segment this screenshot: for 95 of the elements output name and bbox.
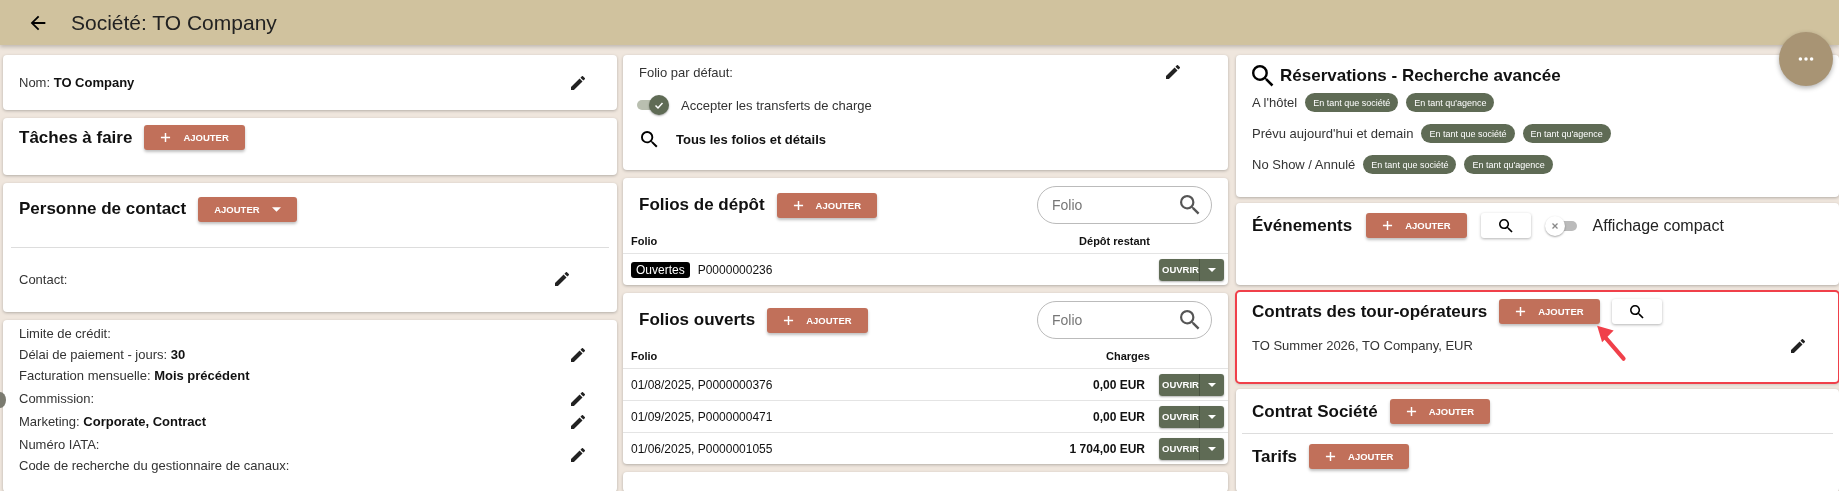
- table-cell: 01/08/2025, P0000000376: [631, 377, 773, 392]
- field-label: Contact:: [19, 271, 68, 287]
- caret-icon: [271, 206, 281, 212]
- search-button[interactable]: [1480, 213, 1531, 238]
- table-cell: 0,00 EUR: [1092, 409, 1145, 424]
- caret-icon: [1208, 382, 1216, 387]
- add-button[interactable]: AJOUTER: [1366, 213, 1467, 238]
- field-text: Facturation mensuelle: Mois précédent: [19, 368, 251, 383]
- plus-icon: [160, 132, 172, 143]
- table-cell: 01/09/2025, P0000000471: [631, 409, 773, 424]
- edit-icon[interactable]: [555, 272, 569, 286]
- table-cell: 1 704,00 EUR: [1069, 441, 1145, 456]
- table-cell: 01/06/2025, P0000001055: [631, 441, 773, 456]
- field-text: Code de recherche du gestionnaire de canaux:: [19, 458, 291, 473]
- card-title: Événements: [1252, 215, 1353, 236]
- add-button[interactable]: AJOUTER: [198, 196, 297, 222]
- column-header: Folio: [631, 234, 658, 247]
- search-field[interactable]: Folio: [1037, 301, 1212, 339]
- name-field: Nom: TO Company: [19, 75, 135, 90]
- dropdown-button[interactable]: [1199, 437, 1224, 460]
- status-badge: Ouvertes: [631, 261, 690, 278]
- card-title: Contrat Société: [1252, 401, 1378, 422]
- field-text: Limite de crédit:: [19, 326, 112, 341]
- edit-icon[interactable]: [1791, 338, 1805, 353]
- open-button[interactable]: OUVRIR: [1159, 258, 1199, 281]
- column-header: Dépôt restant: [1079, 234, 1150, 247]
- card-title: Folios de dépôt: [639, 195, 765, 215]
- edit-icon[interactable]: [571, 414, 585, 429]
- edit-icon[interactable]: [571, 448, 585, 462]
- column-header: Charges: [1105, 349, 1150, 362]
- add-button[interactable]: AJOUTER: [1389, 399, 1491, 424]
- filter-chip[interactable]: En tant qu'agence: [1522, 124, 1611, 143]
- filter-chip[interactable]: En tant que société: [1363, 155, 1457, 174]
- search-icon: [1180, 195, 1200, 215]
- dropdown-button[interactable]: [1199, 405, 1224, 428]
- search-icon: [1252, 65, 1274, 87]
- filter-chip[interactable]: En tant que société: [1305, 93, 1399, 112]
- search-icon: [1498, 218, 1513, 233]
- toggle-switch[interactable]: [635, 95, 669, 115]
- card-title: Contrats des tour-opérateurs: [1252, 301, 1488, 322]
- card-title: Tâches à faire: [19, 127, 133, 148]
- caret-icon: [1208, 446, 1216, 451]
- filter-chip[interactable]: En tant que société: [1421, 124, 1515, 143]
- field-text: Numéro IATA:: [19, 437, 101, 452]
- field-label: Folio par défaut:: [639, 64, 733, 80]
- add-button[interactable]: AJOUTER: [144, 125, 245, 150]
- plus-icon: [783, 314, 795, 326]
- column-header: Folio: [631, 349, 658, 362]
- edit-icon[interactable]: [571, 391, 585, 406]
- add-button[interactable]: AJOUTER: [1309, 444, 1410, 469]
- search-icon: [641, 130, 658, 148]
- caret-icon: [1208, 414, 1216, 419]
- row-label: Prévu aujourd'hui et demain: [1252, 126, 1414, 141]
- plus-icon: [1382, 220, 1394, 231]
- toggle-label: Affichage compact: [1592, 216, 1724, 235]
- edit-icon[interactable]: [571, 347, 585, 362]
- dropdown-button[interactable]: [1199, 373, 1224, 396]
- field-text: Délai de paiement - jours: 30: [19, 347, 187, 362]
- filter-chip[interactable]: En tant qu'agence: [1464, 155, 1553, 174]
- card-title: Tarifs: [1252, 446, 1298, 467]
- row-label: A l'hôtel: [1252, 95, 1298, 110]
- card-title: Folios ouverts: [639, 310, 756, 330]
- table-cell: P0000000236: [697, 262, 773, 277]
- toggle-label: Accepter les transferts de charge: [681, 97, 872, 113]
- plus-icon: [1515, 306, 1527, 317]
- add-button[interactable]: AJOUTER: [767, 307, 868, 333]
- edit-icon[interactable]: [571, 75, 585, 90]
- caret-icon: [1208, 267, 1216, 272]
- plus-icon: [1405, 406, 1417, 417]
- search-icon: [1629, 304, 1644, 319]
- page-title: Société: TO Company: [71, 10, 277, 35]
- filter-chip[interactable]: En tant qu'agence: [1406, 93, 1495, 112]
- all-folios-link[interactable]: Tous les folios et détails: [623, 123, 1228, 155]
- edit-icon[interactable]: [1166, 65, 1180, 79]
- field-text: Marketing: Corporate, Contract: [19, 414, 208, 429]
- card-title: Réservations - Recherche avancée: [1280, 66, 1561, 86]
- search-field[interactable]: Folio: [1037, 186, 1212, 224]
- plus-icon: [792, 199, 804, 211]
- pointer-arrow: [1595, 324, 1629, 362]
- more-icon: [1798, 56, 1814, 62]
- plus-icon: [1325, 451, 1337, 462]
- row-label: No Show / Annulé: [1252, 157, 1356, 172]
- add-button[interactable]: AJOUTER: [1499, 299, 1600, 324]
- table-cell: 0,00 EUR: [1092, 377, 1145, 392]
- dropdown-button[interactable]: [1199, 258, 1224, 281]
- open-button[interactable]: OUVRIR: [1159, 373, 1199, 396]
- search-button[interactable]: [1611, 299, 1662, 324]
- toggle-switch[interactable]: [1544, 215, 1579, 236]
- search-icon: [1180, 310, 1200, 330]
- add-button[interactable]: AJOUTER: [776, 192, 877, 218]
- open-button[interactable]: OUVRIR: [1159, 437, 1199, 460]
- field-text: Commission:: [19, 391, 96, 406]
- contract-item: TO Summer 2026, TO Company, EUR: [1252, 338, 1473, 353]
- open-button[interactable]: OUVRIR: [1159, 405, 1199, 428]
- card-title: Personne de contact: [19, 199, 187, 219]
